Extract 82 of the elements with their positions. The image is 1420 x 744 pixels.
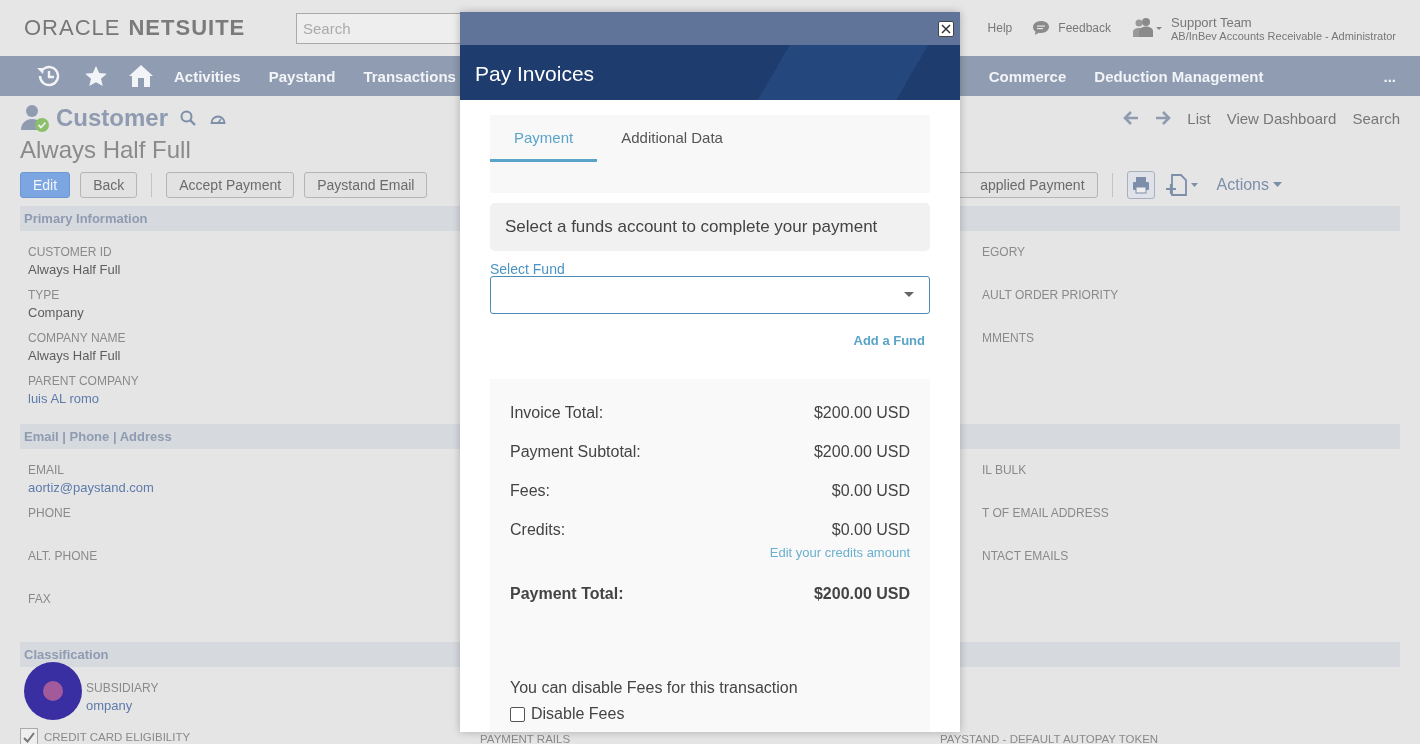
action-button[interactable]: Accept Payment (166, 172, 295, 198)
record-type: Customer (56, 104, 169, 132)
page-link[interactable]: List (1187, 109, 1211, 127)
caret-icon (904, 292, 914, 298)
tab[interactable]: Additional Data (597, 115, 747, 162)
summary-label: Credits: (510, 520, 566, 539)
home-icon[interactable] (128, 64, 154, 88)
header-link[interactable]: Help (987, 21, 1013, 35)
menu-item[interactable]: Activities (174, 67, 241, 85)
field-label: FAX (28, 591, 51, 607)
field-label: MMENTS (982, 330, 1034, 346)
users-icon[interactable] (1131, 18, 1163, 38)
logo-text: NETSUITE (128, 15, 246, 41)
notice-text: Select a funds account to complete your payment (490, 203, 930, 251)
menu-item[interactable]: Commerce (988, 67, 1067, 85)
field-link[interactable]: aortiz@paystand.com (28, 478, 154, 498)
edit-credits-link[interactable]: Edit your credits amount (769, 545, 910, 560)
printer-icon (1131, 176, 1150, 194)
action-button[interactable]: applied Payment (957, 172, 1098, 198)
field-link[interactable]: luis AL romo (28, 389, 100, 409)
field-label: EGORY (982, 244, 1026, 260)
field-value: Always Half Full (28, 261, 121, 279)
menu-item[interactable]: Transactions (363, 67, 456, 85)
field-label: COMPANY NAME (28, 330, 126, 346)
field-label: SUBSIDIARY (86, 680, 159, 696)
field-label: PAYMENT RAILS (480, 734, 571, 744)
menu-item[interactable]: Paystand (268, 67, 336, 85)
forward-arrow-icon[interactable] (1155, 111, 1172, 125)
field-label: PARENT COMPANY (28, 373, 139, 389)
checkbox-label: Disable Fees (531, 705, 625, 723)
back-arrow-icon[interactable] (1123, 111, 1140, 125)
summary-label: Fees: (510, 481, 550, 500)
more-menu[interactable]: ... (1383, 67, 1396, 85)
print-button[interactable] (1126, 171, 1155, 199)
field-label: PHONE (28, 505, 71, 521)
caret-icon (1273, 182, 1282, 188)
record-title: Always Half Full (20, 135, 191, 165)
checkbox[interactable] (510, 706, 525, 722)
summary-label: Invoice Total: (510, 403, 604, 422)
summary-value: $200.00 USD (813, 403, 910, 422)
fund-select[interactable] (490, 276, 930, 314)
action-button[interactable]: Paystand Email (304, 172, 428, 198)
field-label: TYPE (28, 287, 60, 303)
checkbox[interactable] (20, 728, 38, 744)
search-icon[interactable] (180, 110, 197, 126)
user-name: Support Team (1171, 14, 1253, 30)
field-label: AULT ORDER PRIORITY (982, 287, 1119, 303)
logo-text: ORACLE (24, 15, 121, 41)
field-label: IL BULK (982, 462, 1027, 478)
action-button[interactable]: Back (80, 172, 138, 198)
customer-icon (20, 103, 52, 133)
modal-title: Pay Invoices (460, 45, 960, 100)
field-label: ALT. PHONE (28, 548, 98, 564)
chat-bubble-icon (1032, 20, 1051, 36)
menu-item[interactable]: Deduction Management (1094, 67, 1264, 85)
field-label: CUSTOMER ID (28, 244, 112, 260)
page-link[interactable]: Search (1352, 109, 1400, 127)
field-label: PAYSTAND - DEFAULT AUTOPAY TOKEN (940, 734, 1159, 744)
chat-launcher-button[interactable] (24, 662, 82, 720)
summary-value: $0.00 USD (831, 481, 910, 500)
user-role: AB/InBev Accounts Receivable - Administrator (1171, 29, 1396, 42)
field-label: Select Fund (490, 262, 566, 276)
total-label: Payment Total: (510, 585, 624, 603)
summary-value: $0.00 USD (831, 520, 910, 539)
actions-menu[interactable]: Actions (1216, 176, 1282, 194)
new-document-icon[interactable] (1164, 174, 1199, 196)
header-link[interactable]: Feedback (1058, 21, 1111, 35)
field-label: T OF EMAIL ADDRESS (982, 505, 1109, 521)
checkbox-label: CREDIT CARD ELIGIBILITY (44, 731, 191, 743)
total-value: $200.00 USD (813, 585, 910, 603)
star-icon[interactable] (84, 65, 108, 87)
field-value: Always Half Full (28, 347, 121, 365)
fee-note: You can disable Fees for this transaction (510, 679, 799, 697)
field-label: EMAIL (28, 462, 64, 478)
field-link[interactable]: ompany (86, 696, 133, 716)
close-button[interactable] (938, 20, 954, 37)
tab[interactable]: Payment (490, 115, 598, 162)
field-label: NTACT EMAILS (982, 548, 1069, 564)
action-button[interactable]: Edit (20, 172, 71, 198)
add-fund-link[interactable]: Add a Fund (853, 333, 925, 348)
page-link[interactable]: View Dashboard (1226, 109, 1337, 127)
field-value: Company (28, 304, 84, 322)
